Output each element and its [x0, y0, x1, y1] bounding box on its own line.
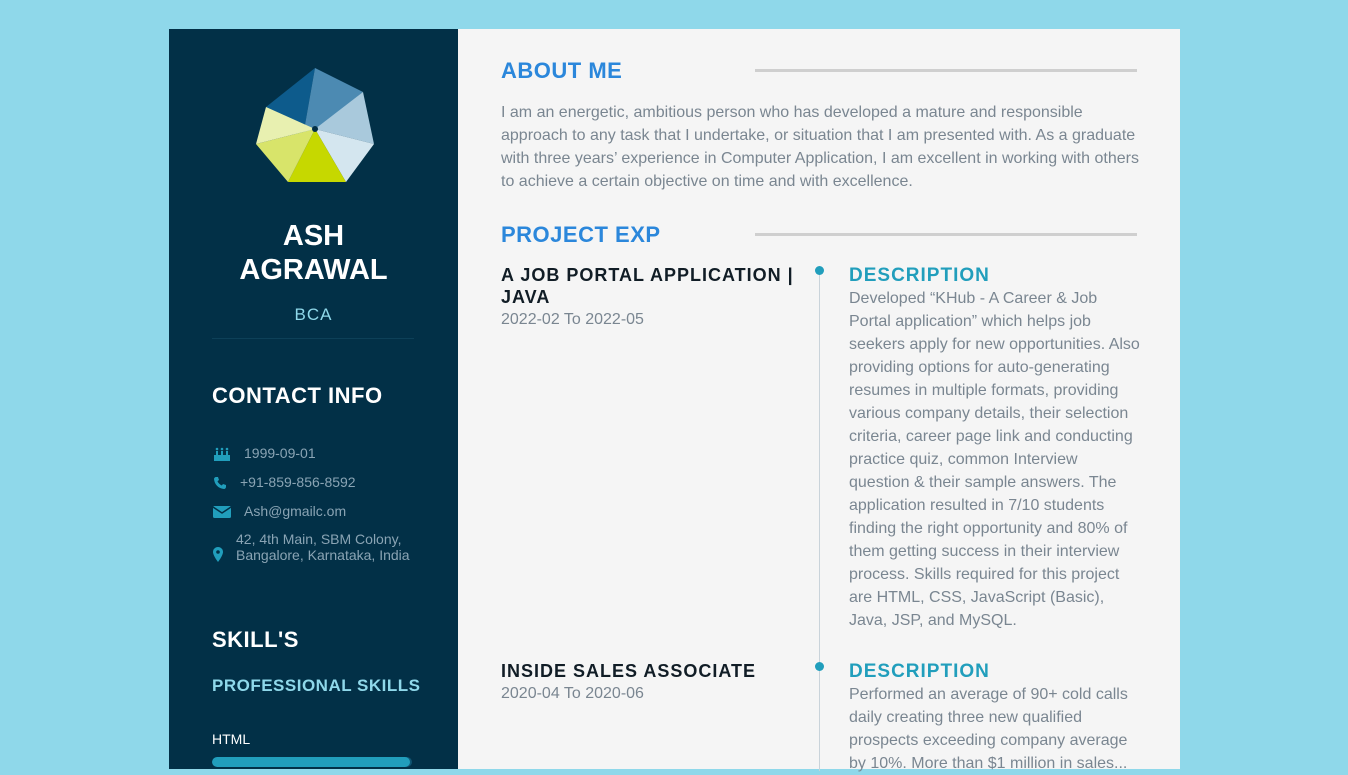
project-description: Developed “KHub - A Career & Job Portal …	[849, 290, 1140, 629]
project-description: Performed an average of 90+ cold calls d…	[849, 686, 1128, 772]
skills-heading: SKILL'S	[212, 627, 299, 652]
skill-progress-fill	[212, 757, 410, 767]
projects-title-rule	[755, 233, 1137, 236]
contact-address: 42, 4th Main, SBM Colony, Bangalore, Kar…	[212, 531, 416, 563]
description-heading: DESCRIPTION	[849, 661, 990, 682]
about-text: I am an energetic, ambitious person who …	[501, 104, 1139, 190]
degree: BCA	[294, 305, 333, 324]
map-pin-icon	[212, 545, 224, 563]
phone-link[interactable]: +91-859-856-8592	[240, 474, 356, 490]
contact-email: Ash@gmailc.om	[212, 503, 346, 521]
sidebar-divider	[212, 338, 414, 339]
first-name: ASH	[282, 220, 345, 252]
resume-sheet: ASH AGRAWAL BCA CONTACT INFO 1999-09-01	[169, 29, 1180, 772]
project-title: INSIDE SALES ASSOCIATE	[501, 661, 757, 681]
skill-label: HTML	[212, 731, 251, 747]
sidebar: ASH AGRAWAL BCA CONTACT INFO 1999-09-01	[169, 29, 458, 769]
about-title-rule	[755, 69, 1137, 72]
contact-dob: 1999-09-01	[212, 445, 316, 463]
description-heading: DESCRIPTION	[849, 265, 990, 286]
birthday-cake-icon	[212, 445, 232, 463]
envelope-icon	[212, 503, 232, 521]
project-dates: 2022-02 To 2022-05	[501, 311, 644, 328]
last-name: AGRAWAL	[239, 254, 388, 286]
professional-skills-heading: PROFESSIONAL SKILLS	[212, 676, 421, 695]
timeline-line	[819, 271, 820, 771]
timeline-dot	[815, 662, 824, 671]
profile-name: ASH AGRAWAL	[169, 219, 458, 287]
project-dates: 2020-04 To 2020-06	[501, 685, 644, 702]
main-content: ABOUT ME I am an energetic, ambitious pe…	[458, 29, 1180, 772]
project-title: A JOB PORTAL APPLICATION | JAVA	[501, 265, 794, 307]
timeline-dot	[815, 266, 824, 275]
logo-heptagon-icon	[256, 68, 374, 182]
dob-text: 1999-09-01	[244, 445, 316, 461]
email-link[interactable]: Ash@gmailc.om	[244, 503, 346, 519]
projects-title: PROJECT EXP	[501, 222, 661, 247]
address-text: 42, 4th Main, SBM Colony, Bangalore, Kar…	[236, 531, 410, 563]
skill-progress-bar	[212, 757, 412, 767]
contact-heading: CONTACT INFO	[212, 383, 383, 408]
about-title: ABOUT ME	[501, 58, 623, 83]
contact-phone: +91-859-856-8592	[212, 474, 356, 492]
phone-icon	[212, 474, 228, 492]
